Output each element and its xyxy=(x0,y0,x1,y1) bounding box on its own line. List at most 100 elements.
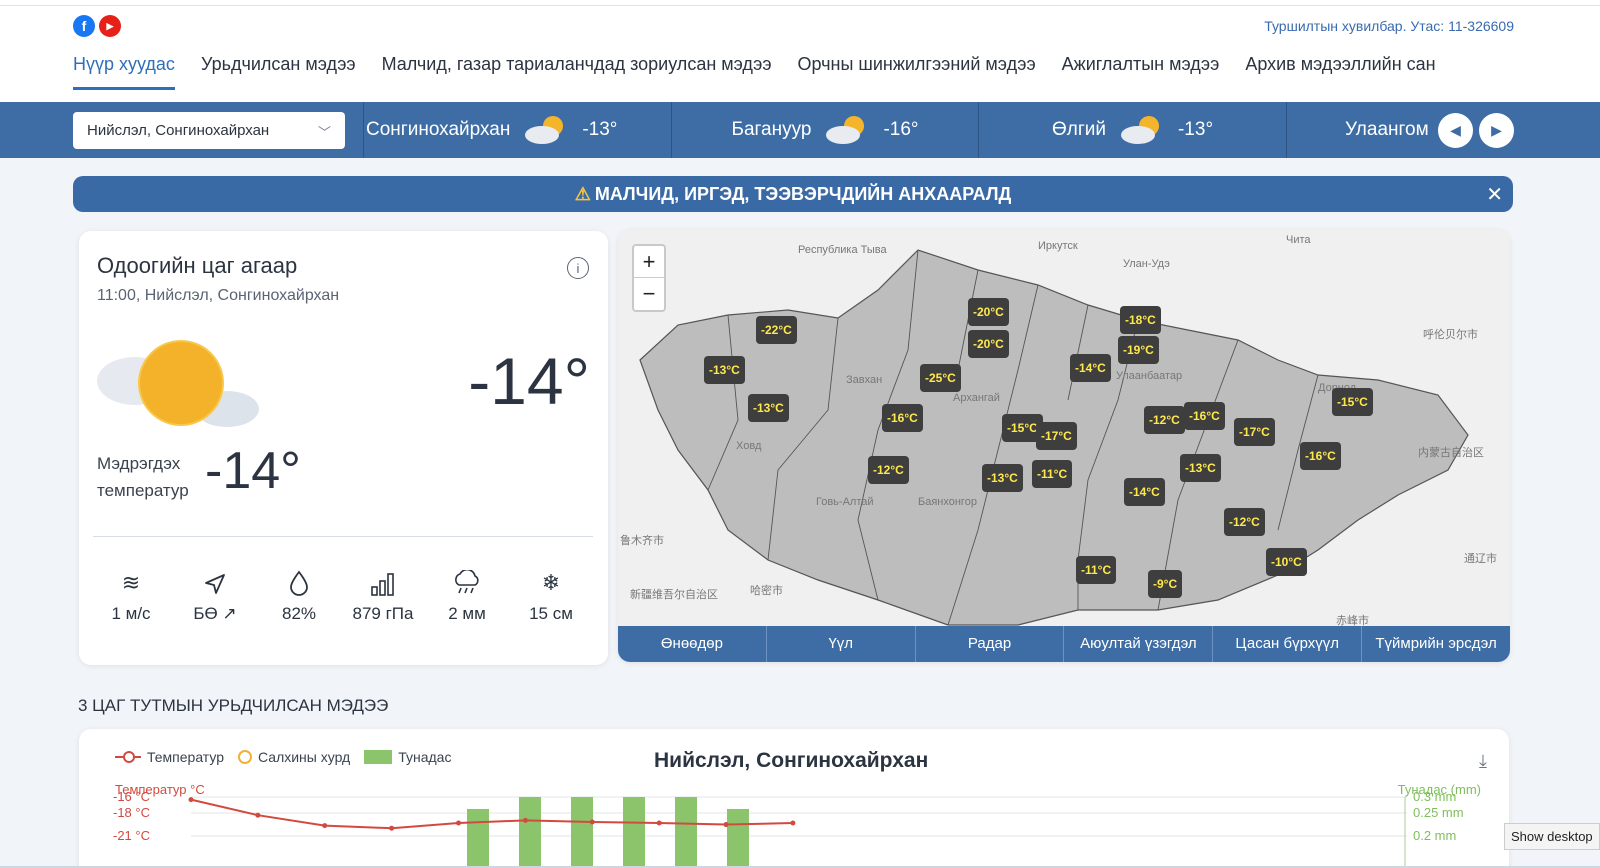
city-name: Улаангом xyxy=(1345,119,1429,140)
temp-point[interactable] xyxy=(723,822,729,828)
precip-bar[interactable] xyxy=(467,809,489,868)
temp-point[interactable] xyxy=(322,823,328,829)
close-icon[interactable]: ✕ xyxy=(1486,182,1503,207)
map-label: Улаанбаатар xyxy=(1116,370,1183,382)
city-item-ulaangom[interactable]: Улаангом xyxy=(1286,102,1429,158)
temp-point[interactable] xyxy=(456,820,462,826)
nav-environment[interactable]: Орчны шинжилгээний мэдээ xyxy=(798,54,1036,90)
temp-marker[interactable]: -12°C xyxy=(868,456,909,484)
zoom-control: + − xyxy=(632,244,666,312)
stat-humidity: 82% xyxy=(259,566,339,624)
nav-observation[interactable]: Ажиглалтын мэдээ xyxy=(1062,54,1220,90)
city-temp: -16° xyxy=(883,119,919,140)
city-item-olgii[interactable]: Өлгий -13° xyxy=(978,102,1286,158)
humidity-icon xyxy=(289,566,309,596)
map-tab-hazards[interactable]: Аюултай үзэгдэл xyxy=(1064,626,1214,662)
temp-marker[interactable]: -19°C xyxy=(1118,336,1159,364)
temp-marker[interactable]: -11°C xyxy=(1076,556,1117,584)
city-item-baganuur[interactable]: Багануур -16° xyxy=(671,102,978,158)
pressure-icon xyxy=(370,566,396,596)
y2-tick-label: 0.3 mm xyxy=(1413,789,1456,804)
map-tab-today[interactable]: Өнөөдөр xyxy=(618,626,767,662)
alert-banner[interactable]: ⚠ МАЛЧИД, ИРГЭД, ТЭЭВЭРЧДИЙН АНХААРАЛД ✕ xyxy=(73,176,1513,212)
legend-temp[interactable]: Температур xyxy=(115,749,224,765)
city-select[interactable]: Нийслэл, Сонгинохайрхан ﹀ xyxy=(73,112,345,149)
temp-marker[interactable]: -16°C xyxy=(1300,442,1341,470)
zoom-out-button[interactable]: − xyxy=(634,278,664,310)
wind-circle-icon xyxy=(238,750,253,764)
partly-sunny-icon xyxy=(97,340,259,427)
temp-marker[interactable]: -12°C xyxy=(1144,406,1185,434)
temp-marker[interactable]: -20°C xyxy=(968,298,1009,326)
legend-precip[interactable]: Тунадас xyxy=(364,749,451,765)
temp-marker[interactable]: -11°C xyxy=(1032,460,1073,488)
temp-marker[interactable]: -12°C xyxy=(1224,508,1265,536)
temp-marker[interactable]: -13°C xyxy=(704,356,745,384)
map-label: Улан-Удэ xyxy=(1123,258,1170,270)
temp-point[interactable] xyxy=(389,825,395,831)
nav-archive[interactable]: Архив мэдээллийн сан xyxy=(1245,54,1435,90)
temp-marker[interactable]: -14°C xyxy=(1070,354,1111,382)
map-tab-radar[interactable]: Радар xyxy=(916,626,1065,662)
temp-marker[interactable]: -13°C xyxy=(982,464,1023,492)
city-item-songinokhairkhan[interactable]: Сонгинохайрхан -13° xyxy=(363,102,671,158)
nav-herders[interactable]: Малчид, газар тариаланчдад зориулсан мэд… xyxy=(382,54,772,90)
legend-temp-label: Температур xyxy=(147,749,225,765)
prev-arrow-icon[interactable]: ◀ xyxy=(1438,113,1473,148)
temp-marker[interactable]: -18°C xyxy=(1120,306,1161,334)
temp-marker[interactable]: -20°C xyxy=(968,330,1009,358)
current-weather-title: Одоогийн цаг агаар xyxy=(97,253,298,278)
temp-marker[interactable]: -14°C xyxy=(1124,478,1165,506)
facebook-icon[interactable]: f xyxy=(73,15,95,37)
temp-point[interactable] xyxy=(188,797,194,803)
nav-home[interactable]: Нүүр хуудас xyxy=(73,54,175,90)
temp-point[interactable] xyxy=(589,819,595,825)
temp-marker[interactable]: -13°C xyxy=(748,394,789,422)
main-nav: Нүүр хуудас Урьдчилсан мэдээ Малчид, газ… xyxy=(73,54,1436,90)
precip-bar[interactable] xyxy=(623,797,645,868)
stat-snow: ❄ 15 см xyxy=(511,566,591,624)
temp-marker[interactable]: -13°C xyxy=(1180,454,1221,482)
precip-bar[interactable] xyxy=(519,797,541,868)
divider xyxy=(93,536,593,537)
direction-icon xyxy=(203,566,227,596)
nav-forecast[interactable]: Урьдчилсан мэдээ xyxy=(201,54,356,90)
social-links: f ▶ xyxy=(73,15,121,37)
download-icon[interactable]: ⤓ xyxy=(1479,751,1487,772)
temp-point[interactable] xyxy=(656,820,662,826)
map-label: Баянхонгор xyxy=(918,496,977,508)
city-carousel-controls: ◀ ▶ xyxy=(1438,113,1514,148)
temp-marker[interactable]: -22°C xyxy=(756,316,797,344)
temp-marker[interactable]: -17°C xyxy=(1036,422,1077,450)
temp-marker[interactable]: -25°C xyxy=(920,364,961,392)
temp-point[interactable] xyxy=(790,820,796,826)
info-icon[interactable]: i xyxy=(567,257,589,279)
zoom-in-button[interactable]: + xyxy=(634,246,664,278)
map-tab-clouds[interactable]: Үүл xyxy=(767,626,916,662)
temp-marker[interactable]: -16°C xyxy=(1184,402,1225,430)
map-tab-snow-cover[interactable]: Цасан бүрхүүл xyxy=(1213,626,1363,662)
temp-marker[interactable]: -9°C xyxy=(1148,570,1183,598)
legend-precip-label: Тунадас xyxy=(398,749,452,765)
partly-cloudy-icon xyxy=(826,116,865,144)
warning-icon: ⚠ xyxy=(574,183,591,204)
map-label: 通辽市 xyxy=(1464,553,1497,565)
map-label: 哈密市 xyxy=(750,585,783,597)
temp-marker[interactable]: -17°C xyxy=(1234,418,1275,446)
weather-map[interactable]: + − Республика Тыва Иркутск Улан-Удэ Чит… xyxy=(618,230,1510,662)
youtube-icon[interactable]: ▶ xyxy=(99,15,121,37)
legend-wind[interactable]: Салхины хурд xyxy=(238,749,350,765)
precip-bar[interactable] xyxy=(727,809,749,868)
precip-bar[interactable] xyxy=(675,797,697,868)
temp-point[interactable] xyxy=(522,817,528,823)
feels-like-value: -14° xyxy=(205,442,301,500)
temp-marker[interactable]: -10°C xyxy=(1266,548,1307,576)
precip-bar[interactable] xyxy=(571,797,593,868)
map-tab-fire-risk[interactable]: Түймрийн эрсдэл xyxy=(1362,626,1510,662)
chart-title: Нийслэл, Сонгинохайрхан xyxy=(654,749,929,772)
stat-value: БӨ ↗ xyxy=(193,604,237,623)
temp-point[interactable] xyxy=(255,812,261,818)
temp-marker[interactable]: -15°C xyxy=(1332,388,1373,416)
temp-marker[interactable]: -16°C xyxy=(882,404,923,432)
next-arrow-icon[interactable]: ▶ xyxy=(1479,113,1514,148)
